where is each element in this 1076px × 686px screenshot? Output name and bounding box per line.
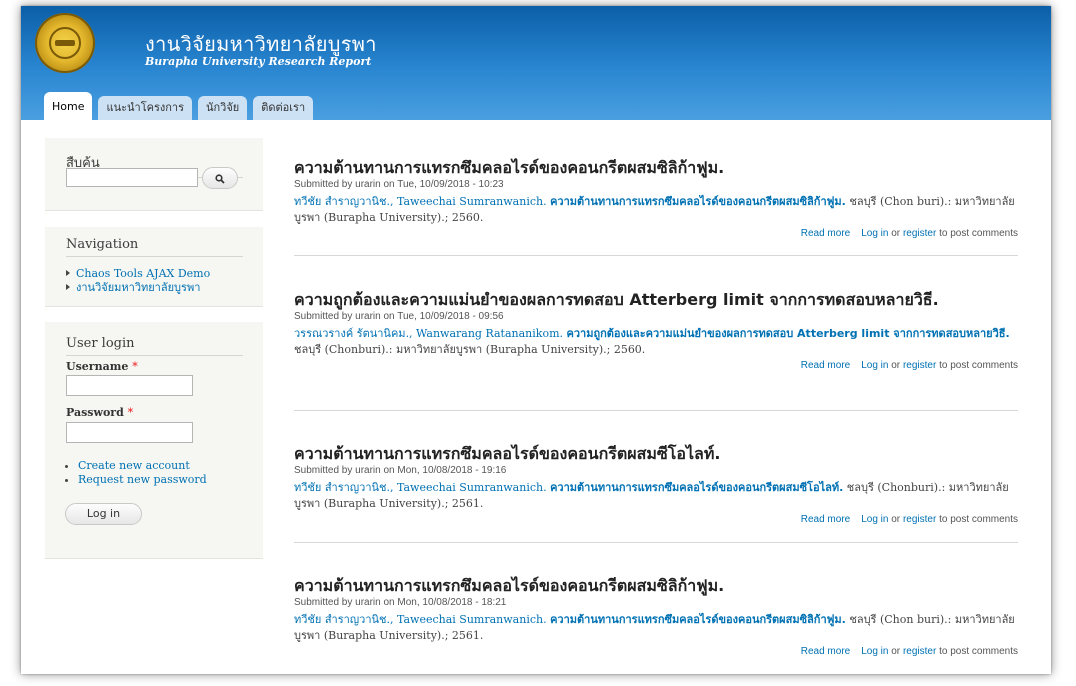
main-menu: Home แนะนำโครงการ นักวิจัย ติดต่อเรา — [44, 92, 314, 120]
login-link[interactable]: Log in — [861, 228, 888, 239]
submitted-info: Submitted by urarin on Mon, 10/08/2018 -… — [294, 465, 507, 476]
password-label: Password * — [66, 406, 133, 419]
login-button[interactable]: Log in — [65, 503, 142, 525]
create-account-item: Create new account — [78, 459, 207, 473]
request-password-item: Request new password — [78, 473, 207, 487]
nav-item-chaos-tools[interactable]: Chaos Tools AJAX Demo — [66, 267, 263, 281]
register-link[interactable]: register — [903, 514, 936, 525]
site-slogan: Burapha University Research Report — [145, 55, 372, 68]
request-password-link[interactable]: Request new password — [78, 473, 207, 486]
nav-item-label: Chaos Tools AJAX Demo — [76, 267, 211, 280]
or-text: or — [891, 360, 901, 371]
article-teaser: ความต้านทานการแทรกซึมคลอไรด์ของคอนกรีตผส… — [294, 444, 1018, 543]
article-title[interactable]: ความต้านทานการแทรกซึมคลอไรด์ของคอนกรีตผส… — [294, 576, 1018, 596]
post-comments-text: to post comments — [939, 228, 1018, 239]
login-link[interactable]: Log in — [861, 646, 888, 657]
author-link[interactable]: ทวีชัย สำราญวานิช., Taweechai Sumranwani… — [294, 481, 547, 494]
username-field[interactable] — [66, 375, 193, 396]
register-link[interactable]: register — [903, 646, 936, 657]
bullet-arrow-icon — [66, 284, 70, 290]
article-teaser: ความต้านทานการแทรกซึมคลอไรด์ของคอนกรีตผส… — [294, 158, 1018, 256]
or-text: or — [891, 228, 901, 239]
body-title-link[interactable]: ความต้านทานการแทรกซึมคลอไรด์ของคอนกรีตผส… — [550, 613, 846, 626]
search-block: สืบค้น — [45, 138, 263, 211]
body-title-link[interactable]: ความต้านทานการแทรกซึมคลอไรด์ของคอนกรีตผส… — [550, 195, 846, 208]
search-icon — [215, 174, 225, 184]
user-login-block: User login Username * Password * Create … — [45, 322, 263, 559]
body-title-link[interactable]: ความถูกต้องและความแม่นยำของผลการทดสอบ At… — [567, 327, 1010, 340]
submitted-info: Submitted by urarin on Mon, 10/08/2018 -… — [294, 597, 507, 608]
article-body: ทวีชัย สำราญวานิช., Taweechai Sumranwani… — [294, 194, 1018, 226]
required-marker: * — [132, 360, 138, 373]
node-links: Read more Log in or register to post comm… — [294, 359, 1018, 373]
read-more-link[interactable]: Read more — [801, 514, 850, 525]
nav-item-label: งานวิจัยมหาวิทยาลัยบูรพา — [76, 281, 201, 294]
username-label-text: Username — [66, 360, 129, 373]
article-teaser: ความถูกต้องและความแม่นยำของผลการทดสอบ At… — [294, 290, 1018, 411]
author-link[interactable]: ทวีชัย สำราญวานิช., Taweechai Sumranwani… — [294, 613, 547, 626]
article-body: วรรณวรางค์ รัตนานิคม., Wanwarang Ratanan… — [294, 326, 1018, 358]
tab-project-intro[interactable]: แนะนำโครงการ — [98, 96, 192, 120]
create-account-link[interactable]: Create new account — [78, 459, 190, 472]
submitted-info: Submitted by urarin on Tue, 10/09/2018 -… — [294, 311, 504, 322]
tab-researchers[interactable]: นักวิจัย — [198, 96, 248, 120]
author-link[interactable]: ทวีชัย สำราญวานิช., Taweechai Sumranwani… — [294, 195, 547, 208]
username-label: Username * — [66, 360, 138, 373]
login-links: Create new account Request new password — [66, 459, 207, 487]
nav-item-burapha-research[interactable]: งานวิจัยมหาวิทยาลัยบูรพา — [66, 281, 263, 295]
login-link[interactable]: Log in — [861, 514, 888, 525]
or-text: or — [891, 646, 901, 657]
article-body: ทวีชัย สำราญวานิช., Taweechai Sumranwani… — [294, 480, 1018, 512]
password-field[interactable] — [66, 422, 193, 443]
search-input[interactable] — [66, 168, 198, 187]
required-marker: * — [127, 406, 134, 419]
publisher-info: ชลบุรี (Chonburi).: มหาวิทยาลัยบูรพา (Bu… — [294, 343, 646, 356]
read-more-link[interactable]: Read more — [801, 360, 850, 371]
article-title[interactable]: ความต้านทานการแทรกซึมคลอไรด์ของคอนกรีตผส… — [294, 444, 1018, 464]
search-button[interactable] — [202, 167, 238, 189]
browser-page: งานวิจัยมหาวิทยาลัยบูรพา Burapha Univers… — [21, 6, 1051, 674]
body-title-link[interactable]: ความต้านทานการแทรกซึมคลอไรด์ของคอนกรีตผส… — [550, 481, 843, 494]
article-title[interactable]: ความถูกต้องและความแม่นยำของผลการทดสอบ At… — [294, 290, 1018, 310]
article-body: ทวีชัย สำราญวานิช., Taweechai Sumranwani… — [294, 612, 1018, 644]
author-link[interactable]: วรรณวรางค์ รัตนานิคม., Wanwarang Ratanan… — [294, 327, 563, 340]
tab-home[interactable]: Home — [44, 92, 93, 120]
node-links: Read more Log in or register to post comm… — [294, 227, 1018, 241]
submitted-info: Submitted by urarin on Tue, 10/09/2018 -… — [294, 179, 504, 190]
university-logo[interactable] — [35, 13, 95, 73]
register-link[interactable]: register — [903, 360, 936, 371]
logo-banner — [55, 40, 75, 46]
or-text: or — [891, 514, 901, 525]
navigation-block: Navigation Chaos Tools AJAX Demo งานวิจั… — [45, 227, 263, 307]
node-links: Read more Log in or register to post comm… — [294, 513, 1018, 527]
read-more-link[interactable]: Read more — [801, 646, 850, 657]
post-comments-text: to post comments — [939, 514, 1018, 525]
user-login-title: User login — [66, 336, 243, 356]
login-link[interactable]: Log in — [861, 360, 888, 371]
register-link[interactable]: register — [903, 228, 936, 239]
node-links: Read more Log in or register to post comm… — [294, 645, 1018, 659]
site-header: งานวิจัยมหาวิทยาลัยบูรพา Burapha Univers… — [21, 6, 1051, 120]
navigation-list: Chaos Tools AJAX Demo งานวิจัยมหาวิทยาลั… — [66, 267, 263, 295]
post-comments-text: to post comments — [939, 360, 1018, 371]
bullet-arrow-icon — [66, 270, 70, 276]
article-teaser: ความต้านทานการแทรกซึมคลอไรด์ของคอนกรีตผส… — [294, 576, 1018, 674]
password-label-text: Password — [66, 406, 124, 419]
tab-contact[interactable]: ติดต่อเรา — [253, 96, 314, 120]
navigation-title: Navigation — [66, 237, 243, 257]
read-more-link[interactable]: Read more — [801, 228, 850, 239]
article-title[interactable]: ความต้านทานการแทรกซึมคลอไรด์ของคอนกรีตผส… — [294, 158, 1018, 178]
post-comments-text: to post comments — [939, 646, 1018, 657]
